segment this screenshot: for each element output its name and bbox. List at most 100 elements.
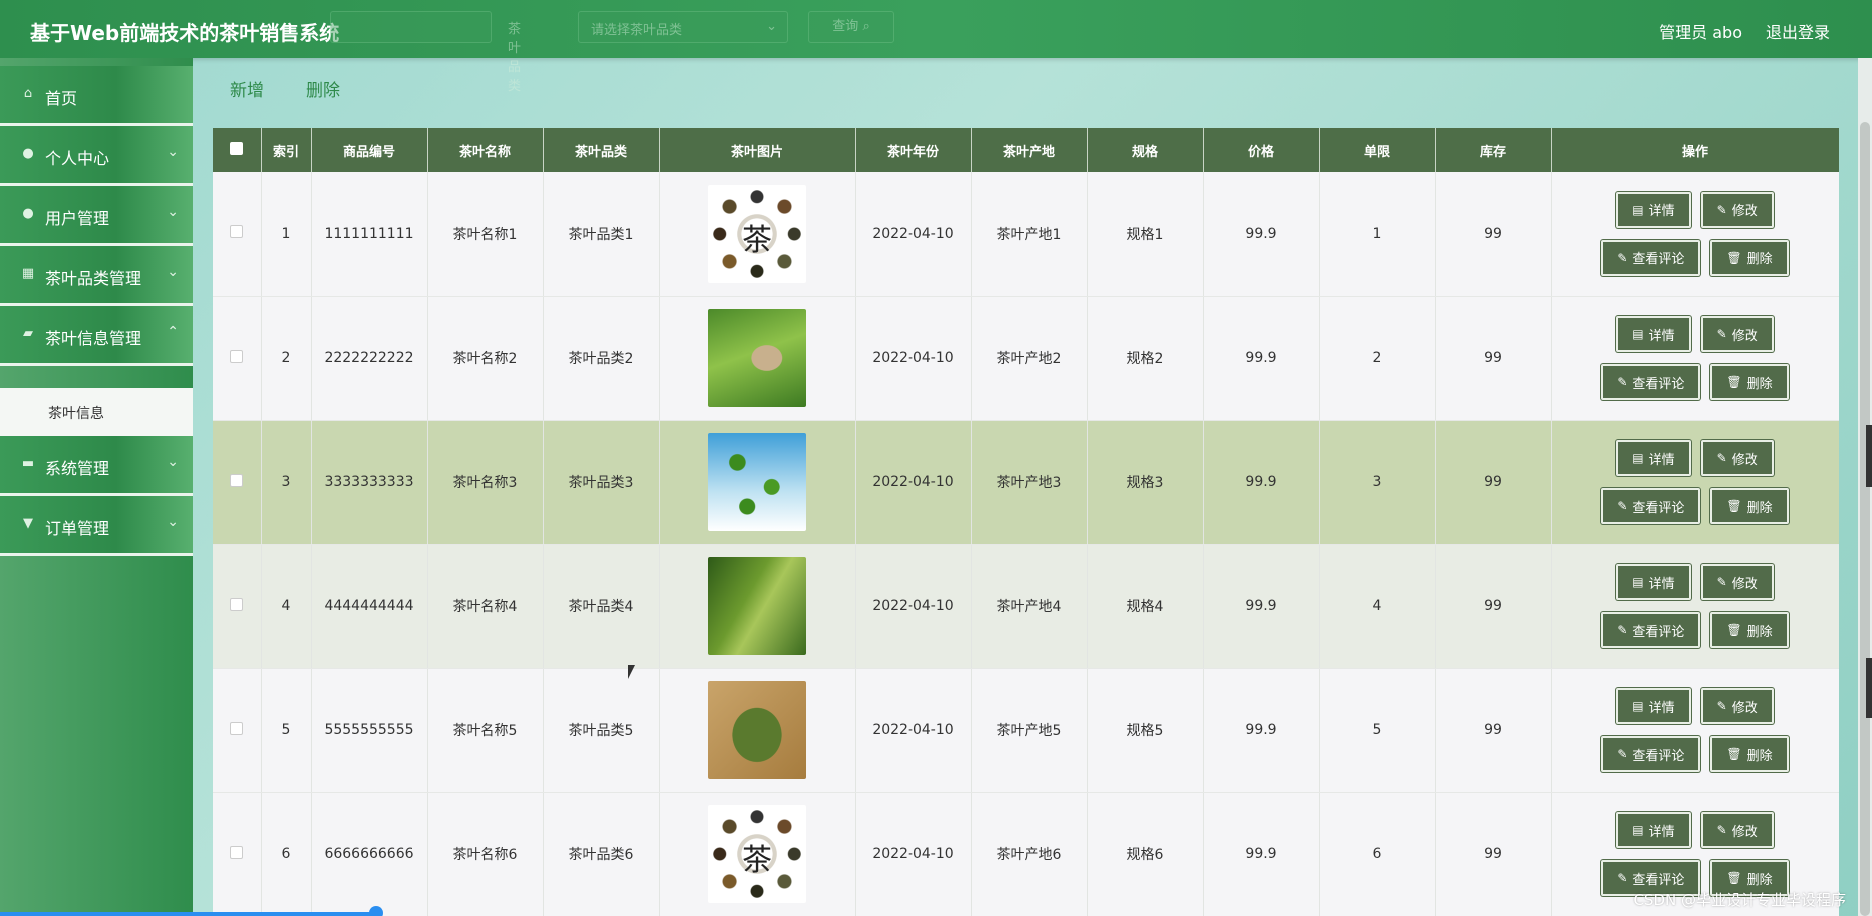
- delete-button[interactable]: 🗑 删除: [1710, 612, 1789, 648]
- cell-price: 99.9: [1203, 792, 1320, 916]
- detail-button[interactable]: ▤ 详情: [1616, 812, 1691, 848]
- sidebar-item-users[interactable]: ● 用户管理 ⌄: [0, 186, 193, 246]
- table-row[interactable]: 3 3333333333 茶叶名称3 茶叶品类3 2022-04-10 茶叶产地…: [213, 420, 1839, 545]
- cell-limit: 2: [1319, 296, 1436, 421]
- detail-button[interactable]: ▤ 详情: [1616, 688, 1691, 724]
- row-select-cell: [213, 544, 262, 669]
- cell-image: [659, 544, 856, 669]
- user-icon: ●: [22, 146, 34, 161]
- cell-year: 2022-04-10: [855, 544, 972, 669]
- current-user: 管理员 abo: [1659, 23, 1742, 42]
- tea-thumbnail[interactable]: [708, 309, 806, 407]
- row-checkbox[interactable]: [230, 473, 244, 487]
- document-icon: ▤: [1632, 451, 1644, 465]
- cell-image: [659, 668, 856, 793]
- detail-button[interactable]: ▤ 详情: [1616, 440, 1691, 476]
- cell-operations: ▤ 详情 ✎ 修改 ✎ 查看评论 🗑 删除: [1551, 668, 1839, 793]
- sidebar-item-tea-info[interactable]: ▰ 茶叶信息管理 ⌃: [0, 306, 193, 366]
- tea-thumbnail[interactable]: [708, 433, 806, 531]
- search-button[interactable]: 查询 ⌕: [808, 11, 894, 43]
- table-row[interactable]: 4 4444444444 茶叶名称4 茶叶品类4 2022-04-10 茶叶产地…: [213, 544, 1839, 669]
- batch-delete-button[interactable]: 删除: [306, 76, 340, 101]
- sidebar-item-tea-category[interactable]: ▦ 茶叶品类管理 ⌄: [0, 246, 193, 306]
- add-button[interactable]: 新增: [230, 76, 264, 101]
- edit-button[interactable]: ✎ 修改: [1700, 564, 1774, 600]
- edit-button[interactable]: ✎ 修改: [1700, 440, 1774, 476]
- button-label: 查看评论: [1632, 624, 1685, 640]
- tea-thumbnail[interactable]: 茶: [708, 184, 806, 283]
- sidebar-item-system[interactable]: ▬ 系统管理 ⌄: [0, 436, 193, 496]
- search-icon: ⌕: [862, 19, 870, 34]
- button-label: 删除: [1746, 748, 1773, 764]
- button-label: 修改: [1731, 204, 1758, 220]
- pencil-icon: ✎: [1716, 699, 1727, 713]
- tea-thumbnail[interactable]: [708, 557, 806, 655]
- button-label: 删除: [1746, 500, 1773, 516]
- delete-button[interactable]: 🗑 删除: [1710, 364, 1789, 400]
- button-label: 详情: [1648, 824, 1675, 840]
- search-input[interactable]: [330, 11, 492, 43]
- delete-button[interactable]: 🗑 删除: [1710, 488, 1789, 524]
- sidebar-item-label: 订单管理: [45, 519, 110, 538]
- view-comments-button[interactable]: ✎ 查看评论: [1601, 364, 1701, 400]
- view-comments-button[interactable]: ✎ 查看评论: [1601, 239, 1701, 276]
- detail-button[interactable]: ▤ 详情: [1616, 316, 1691, 352]
- edit-button[interactable]: ✎ 修改: [1700, 191, 1774, 228]
- pencil-icon: ✎: [1617, 499, 1628, 513]
- grid-icon: ▦: [21, 266, 35, 281]
- button-label: 删除: [1746, 376, 1773, 392]
- row-checkbox[interactable]: [230, 349, 244, 363]
- logout-link[interactable]: 退出登录: [1766, 19, 1830, 43]
- button-label: 删除: [1746, 252, 1773, 268]
- cell-year: 2022-04-10: [855, 668, 972, 793]
- trash-icon: 🗑: [1726, 747, 1742, 761]
- cell-origin: 茶叶产地1: [971, 172, 1088, 297]
- home-icon: ⌂: [23, 86, 33, 101]
- scrollbar-thumb[interactable]: [1860, 122, 1870, 916]
- tea-thumbnail[interactable]: 茶: [708, 805, 806, 903]
- edit-button[interactable]: ✎ 修改: [1700, 688, 1774, 724]
- cell-origin: 茶叶产地3: [971, 420, 1088, 545]
- sidebar-subitem-tea-info[interactable]: 茶叶信息: [0, 388, 193, 436]
- row-select-cell: [213, 420, 262, 545]
- table-row[interactable]: 2 2222222222 茶叶名称2 茶叶品类2 2022-04-10 茶叶产地…: [213, 296, 1839, 421]
- table-row[interactable]: 6 6666666666 茶叶名称6 茶叶品类6 茶 2022-04-10 茶叶…: [213, 792, 1839, 916]
- column-header: 茶叶图片: [659, 128, 856, 172]
- row-checkbox[interactable]: [230, 845, 244, 859]
- tea-thumbnail[interactable]: [708, 681, 806, 779]
- select-all-checkbox[interactable]: [230, 141, 244, 155]
- cell-category: 茶叶品类6: [543, 792, 660, 916]
- row-checkbox[interactable]: [230, 597, 244, 611]
- row-checkbox[interactable]: [230, 225, 244, 239]
- view-comments-button[interactable]: ✎ 查看评论: [1601, 612, 1701, 648]
- category-select[interactable]: 请选择茶叶品类 ⌄: [578, 11, 788, 43]
- cell-code: 4444444444: [311, 544, 428, 669]
- pencil-icon: ✎: [1716, 451, 1727, 465]
- header-select-all[interactable]: [213, 128, 262, 172]
- row-checkbox[interactable]: [230, 721, 244, 735]
- sidebar-item-orders[interactable]: ▼ 订单管理 ⌄: [0, 496, 193, 556]
- button-label: 查看评论: [1632, 252, 1685, 268]
- sidebar-item-profile[interactable]: ● 个人中心 ⌄: [0, 126, 193, 186]
- button-label: 删除: [1746, 624, 1773, 640]
- sidebar-item-home[interactable]: ⌂ 首页: [0, 66, 193, 126]
- view-comments-button[interactable]: ✎ 查看评论: [1601, 736, 1701, 772]
- chevron-down-icon: ⌄: [167, 264, 179, 280]
- delete-button[interactable]: 🗑 删除: [1710, 239, 1789, 276]
- cell-spec: 规格4: [1087, 544, 1204, 669]
- button-label: 修改: [1731, 824, 1758, 840]
- category-select-placeholder: 请选择茶叶品类: [591, 23, 683, 38]
- vertical-scrollbar[interactable]: [1858, 58, 1872, 916]
- cell-code: 2222222222: [311, 296, 428, 421]
- edit-button[interactable]: ✎ 修改: [1700, 316, 1774, 352]
- table-row[interactable]: 1 1111111111 茶叶名称1 茶叶品类1 茶 2022-04-10 茶叶…: [213, 172, 1839, 297]
- delete-button[interactable]: 🗑 删除: [1710, 736, 1789, 772]
- sidebar-item-label: 茶叶品类管理: [45, 269, 142, 288]
- view-comments-button[interactable]: ✎ 查看评论: [1601, 488, 1701, 524]
- button-label: 详情: [1648, 204, 1675, 220]
- detail-button[interactable]: ▤ 详情: [1616, 564, 1691, 600]
- edit-button[interactable]: ✎ 修改: [1700, 812, 1774, 848]
- table-row[interactable]: 5 5555555555 茶叶名称5 茶叶品类5 2022-04-10 茶叶产地…: [213, 668, 1839, 793]
- detail-button[interactable]: ▤ 详情: [1616, 191, 1691, 228]
- cell-image: 茶: [659, 792, 856, 916]
